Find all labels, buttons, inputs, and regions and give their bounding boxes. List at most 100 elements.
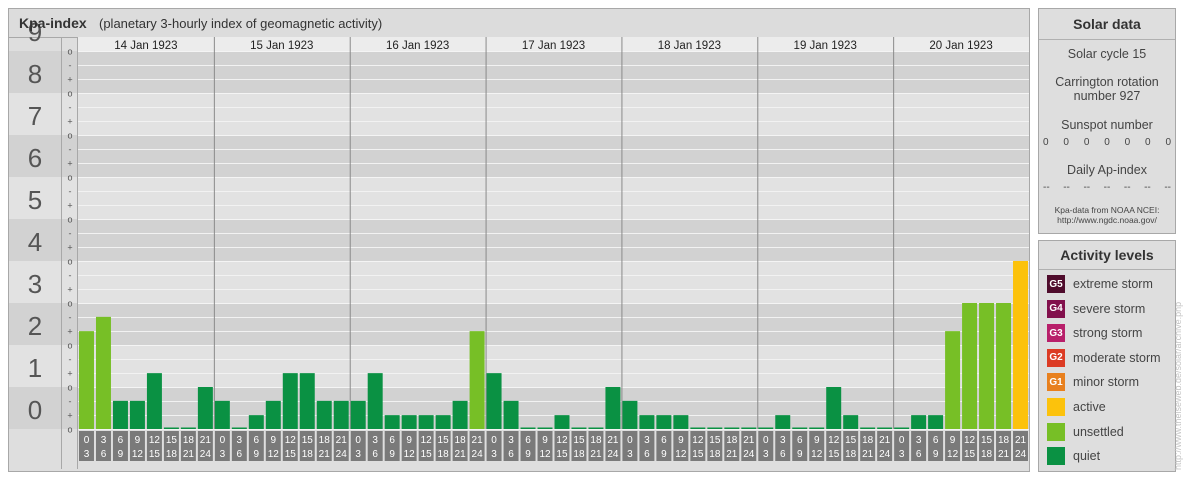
minor-tick-label: - (69, 271, 72, 281)
interval-start-label: 12 (149, 435, 161, 446)
ap-value-5: -- (1123, 182, 1131, 193)
interval-end-label: 18 (845, 449, 857, 460)
interval-end-label: 15 (692, 449, 704, 460)
sunspot-value-3: 0 (1083, 137, 1090, 148)
interval-start-label: 0 (899, 435, 905, 446)
day-label: 16 Jan 1923 (386, 40, 449, 52)
minor-tick-label: + (67, 159, 72, 169)
kp-bar (673, 415, 689, 429)
kp-bar (843, 415, 859, 429)
minor-tick-label: o (67, 299, 72, 309)
y-band (9, 345, 1029, 387)
interval-start-label: 21 (200, 435, 212, 446)
interval-start-label: 0 (355, 435, 361, 446)
minor-tick-label: + (67, 201, 72, 211)
minor-tick-label: + (67, 411, 72, 421)
minor-tick-label: o (67, 257, 72, 267)
interval-start-label: 3 (101, 435, 107, 446)
interval-start-label: 15 (709, 435, 721, 446)
interval-start-label: 15 (573, 435, 585, 446)
sunspot-value-7: 0 (1165, 137, 1171, 148)
kpa-chart-panel: 0 1 2 3 4 5 6 7 8 9 o + - o + - o + - o + - o + - o + - o + - o + - o + - o 14… (8, 8, 1030, 472)
minor-tick-label: + (67, 117, 72, 127)
interval-end-label: 12 (268, 449, 280, 460)
kp-bar (639, 415, 655, 429)
kp-bar (554, 415, 570, 429)
interval-start-label: 12 (556, 435, 568, 446)
legend-label: quiet (1073, 449, 1101, 464)
interval-start-label: 6 (254, 435, 260, 446)
minor-tick-label: - (69, 103, 72, 113)
y-band (9, 387, 1029, 429)
kp-bar (367, 373, 383, 429)
interval-end-label: 9 (254, 449, 260, 460)
kp-bar (163, 427, 179, 429)
interval-end-label: 18 (302, 449, 314, 460)
y-band (9, 177, 1029, 219)
interval-end-label: 24 (200, 449, 212, 460)
sunspot-value-4: 0 (1104, 137, 1110, 148)
y-tick-label: 1 (28, 353, 42, 383)
minor-tick-label: o (67, 131, 72, 141)
interval-start-label: 9 (542, 435, 548, 446)
minor-tick-label: o (67, 425, 72, 435)
interval-start-label: 9 (135, 435, 141, 446)
day-label: 17 Jan 1923 (522, 40, 585, 52)
minor-tick-label: - (69, 61, 72, 71)
interval-start-label: 15 (302, 435, 314, 446)
interval-end-label: 18 (709, 449, 721, 460)
interval-end-label: 9 (797, 449, 803, 460)
legend-item-severe-storm: G4 severe storm (1047, 299, 1145, 319)
interval-start-label: 6 (118, 435, 124, 446)
interval-end-label: 3 (763, 449, 769, 460)
solar-data-title: Solar data (1073, 16, 1141, 32)
y-band (9, 303, 1029, 345)
minor-tick-label: o (67, 341, 72, 351)
interval-end-label: 6 (237, 449, 243, 460)
y-band (9, 93, 1029, 135)
interval-start-label: 3 (644, 435, 650, 446)
ap-value-2: -- (1063, 182, 1070, 193)
interval-start-label: 9 (814, 435, 820, 446)
kp-bar (316, 400, 332, 429)
ap-value-7: -- (1164, 182, 1171, 193)
legend-item-strong-storm: G3 strong storm (1047, 323, 1142, 343)
interval-end-label: 15 (964, 449, 976, 460)
interval-end-label: 24 (743, 449, 755, 460)
kp-bar (401, 415, 417, 429)
interval-start-label: 18 (998, 435, 1010, 446)
interval-start-label: 0 (763, 435, 769, 446)
ap-value-1: -- (1043, 182, 1050, 193)
kp-bar (486, 373, 502, 429)
interval-start-label: 9 (950, 435, 956, 446)
interval-start-label: 3 (780, 435, 786, 446)
interval-end-label: 24 (879, 449, 891, 460)
source-link[interactable]: http://www.ngdc.noaa.gov/ (1039, 215, 1175, 226)
interval-start-label: 9 (406, 435, 412, 446)
chart-subtitle: (planetary 3-hourly index of geomagnetic… (99, 16, 383, 31)
kp-bar (962, 303, 978, 429)
interval-start-label: 18 (183, 435, 195, 446)
interval-end-label: 12 (539, 449, 551, 460)
interval-start-label: 6 (661, 435, 667, 446)
legend-item-extreme-storm: G5 extreme storm (1047, 274, 1153, 294)
legend-swatch (1047, 422, 1065, 441)
kp-bar (350, 400, 366, 429)
y-tick-label: 3 (28, 269, 42, 299)
kp-bar (231, 427, 247, 429)
legend-label: active (1073, 400, 1106, 414)
interval-start-label: 12 (421, 435, 433, 446)
minor-tick-label: + (67, 75, 72, 85)
legend-swatch: G5 (1047, 275, 1065, 293)
interval-end-label: 6 (644, 449, 650, 460)
interval-end-label: 3 (84, 449, 90, 460)
interval-start-label: 3 (508, 435, 514, 446)
interval-end-label: 18 (573, 449, 585, 460)
minor-tick-label: o (67, 215, 72, 225)
kp-bar (758, 427, 774, 429)
legend-item-unsettled: unsettled (1047, 422, 1124, 442)
interval-end-label: 12 (675, 449, 687, 460)
interval-start-label: 21 (1015, 435, 1027, 446)
kp-bar (690, 427, 706, 429)
interval-end-label: 18 (981, 449, 993, 460)
